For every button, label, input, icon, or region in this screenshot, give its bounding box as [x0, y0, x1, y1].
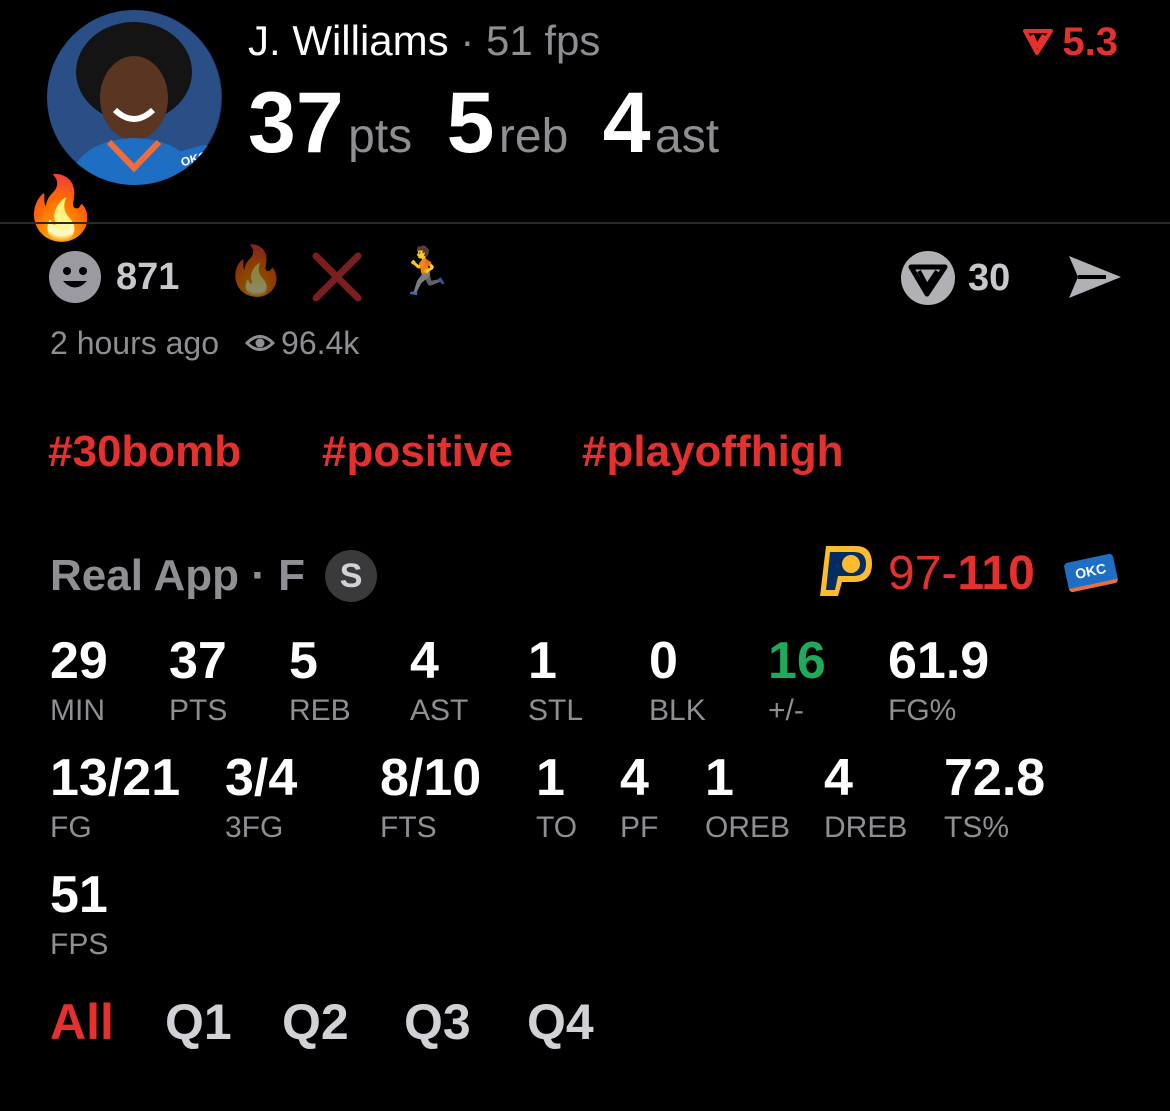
share-count-button[interactable]: 30: [900, 250, 1010, 306]
stat-fg-label: FG: [50, 811, 92, 844]
rating-badge: 5.3: [1022, 22, 1118, 62]
stat-to-value: 1: [536, 749, 565, 807]
stat-3fg-value: 3/4: [225, 749, 298, 807]
header-separator: ·: [460, 17, 475, 64]
x-mark-icon[interactable]: [310, 250, 364, 304]
player-name[interactable]: J. Williams: [248, 17, 449, 64]
statline-summary: 37 pts 5 reb 4 ast: [248, 80, 719, 166]
time-ago: 2 hours ago: [50, 325, 220, 361]
smiley-icon: [49, 251, 101, 303]
stat-pts-value: 37: [169, 632, 227, 690]
stat-fts-label: FTS: [380, 811, 437, 844]
stat-oreb-value: 1: [705, 749, 734, 807]
stat-ast-value: 4: [410, 632, 439, 690]
stat-ts-pct-label: TS%: [944, 811, 1010, 844]
pacers-logo: [820, 546, 872, 596]
stat-plus-minus-value: 16: [768, 632, 826, 690]
reaction-button[interactable]: 871: [48, 250, 179, 304]
stat-pf-label: PF: [620, 811, 659, 844]
stat-fts-value: 8/10: [380, 749, 482, 807]
player-header: J. Williams · 51 fps: [248, 20, 600, 62]
hashtag-30bomb[interactable]: #30bomb: [48, 430, 241, 474]
real-logo-icon: [901, 251, 955, 305]
stat-pf-value: 4: [620, 749, 649, 807]
points-value: 37: [248, 75, 344, 171]
share-count: 30: [968, 257, 1011, 299]
stat-oreb-label: OREB: [705, 811, 791, 844]
tab-all[interactable]: All: [50, 997, 114, 1047]
runner-emoji[interactable]: 🏃: [396, 248, 453, 294]
stat-reb-label: REB: [289, 694, 351, 727]
points-unit: pts: [348, 110, 413, 163]
stat-fg-pct-label: FG%: [888, 694, 957, 727]
stat-blk-value: 0: [649, 632, 678, 690]
stat-stl-label: STL: [528, 694, 584, 727]
score-left: 97-: [888, 547, 958, 600]
stat-3fg-label: 3FG: [225, 811, 284, 844]
stat-fps-value: 51: [50, 866, 108, 924]
stat-min-label: MIN: [50, 694, 105, 727]
tab-q4[interactable]: Q4: [527, 997, 594, 1047]
header-divider: [0, 222, 1170, 224]
assists-value: 4: [602, 75, 651, 171]
view-count: 96.4k: [281, 325, 360, 361]
hashtag-playoffhigh[interactable]: #playoffhigh: [582, 430, 844, 474]
game-score[interactable]: 97-110: [888, 550, 1035, 598]
stat-fps-label: FPS: [50, 928, 109, 961]
score-right: 110: [957, 547, 1035, 600]
player-fps: 51 fps: [486, 17, 601, 64]
tab-q2[interactable]: Q2: [282, 997, 349, 1047]
source-label: Real App · F: [50, 551, 306, 600]
stat-fg-value: 13/21: [50, 749, 181, 807]
tab-q3[interactable]: Q3: [404, 997, 471, 1047]
stat-stl-value: 1: [528, 632, 557, 690]
stat-fg-pct-value: 61.9: [888, 632, 990, 690]
stat-min-value: 29: [50, 632, 108, 690]
stat-dreb-value: 4: [824, 749, 853, 807]
hashtag-positive[interactable]: #positive: [322, 430, 513, 474]
stat-dreb-label: DREB: [824, 811, 908, 844]
real-logo-icon: [1023, 29, 1054, 55]
tab-q1[interactable]: Q1: [165, 997, 232, 1047]
send-icon[interactable]: [1066, 252, 1124, 302]
stat-to-label: TO: [536, 811, 578, 844]
stat-reb-value: 5: [289, 632, 318, 690]
stat-ts-pct-value: 72.8: [944, 749, 1046, 807]
player-avatar[interactable]: OKC: [47, 10, 222, 185]
stat-blk-label: BLK: [649, 694, 706, 727]
game-source: Real App · F S: [50, 550, 378, 602]
reaction-count: 871: [116, 256, 180, 298]
assists-unit: ast: [655, 110, 720, 163]
thunder-logo: OKC: [1063, 553, 1119, 593]
fire-reaction[interactable]: 🔥: [226, 248, 286, 296]
status-badge: S: [325, 550, 378, 602]
rebounds-value: 5: [446, 75, 495, 171]
hot-streak-fire-icon: 🔥: [22, 174, 100, 243]
stat-pts-label: PTS: [169, 694, 228, 727]
stat-ast-label: AST: [410, 694, 469, 727]
rating-value: 5.3: [1062, 20, 1118, 64]
post-meta: 2 hours ago 96.4k: [50, 327, 359, 359]
rebounds-unit: reb: [498, 110, 569, 163]
eye-icon: [245, 335, 276, 351]
stat-plus-minus-label: +/-: [768, 694, 804, 727]
